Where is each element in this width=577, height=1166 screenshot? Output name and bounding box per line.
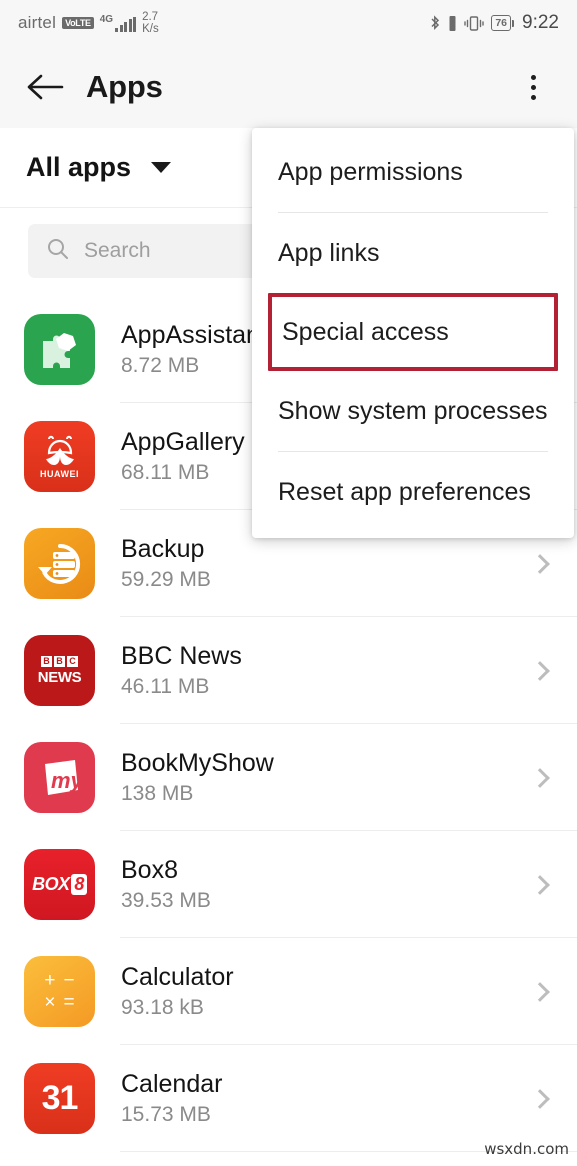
app-size: 59.29 MB [121, 567, 211, 591]
menu-item-label: App links [278, 238, 380, 267]
network-speed-unit: K/s [142, 23, 159, 35]
list-item-text: Backup 59.29 MB [121, 534, 211, 594]
menu-item-label: Reset app preferences [278, 477, 531, 506]
app-name: Box8 [121, 855, 178, 884]
vibrate-icon [464, 15, 485, 32]
signal-strength-icon: 4G [99, 13, 137, 32]
huawei-wordmark: HUAWEI [40, 468, 79, 479]
list-item-text: BBC News 46.11 MB [121, 641, 242, 701]
chevron-right-icon [530, 1088, 550, 1109]
overflow-menu: App permissions App links Special access… [252, 128, 574, 538]
page-title: Apps [86, 69, 163, 104]
menu-item-app-permissions[interactable]: App permissions [252, 132, 574, 212]
battery-icon: 76 [491, 15, 514, 31]
app-size: 138 MB [121, 781, 194, 805]
svg-text:my: my [51, 768, 85, 793]
bluetooth-icon [430, 14, 441, 32]
box8-icon: BOX 8 [24, 849, 95, 920]
calculator-symbols: + − × = [44, 970, 75, 1013]
app-name: AppAssistant [121, 320, 267, 349]
app-name: Calendar [121, 1069, 223, 1098]
bluetooth-battery-icon [448, 15, 457, 32]
app-name: AppGallery [121, 427, 245, 456]
menu-item-app-links[interactable]: App links [252, 213, 574, 293]
box8-wordmark: BOX 8 [32, 874, 87, 895]
list-item[interactable]: BBC NEWS BBC News 46.11 MB [0, 617, 577, 724]
status-bar-left: airtel VoLTE 4G 2.7 K/s [18, 11, 159, 35]
status-bar-right: 76 9:22 [430, 12, 559, 34]
calendar-icon: 31 [24, 1063, 95, 1134]
calendar-day-number: 31 [41, 1079, 79, 1117]
battery-level-label: 76 [495, 16, 508, 29]
menu-item-special-access[interactable]: Special access [268, 293, 558, 371]
chevron-down-icon [151, 162, 172, 173]
overflow-menu-icon[interactable] [511, 63, 555, 111]
search-placeholder: Search [84, 239, 151, 262]
list-item-text: Calendar 15.73 MB [121, 1069, 222, 1129]
backup-icon [24, 528, 95, 599]
calculator-icon: + − × = [24, 956, 95, 1027]
app-bar: Apps [0, 46, 577, 128]
menu-item-show-system-processes[interactable]: Show system processes [252, 371, 574, 451]
appgallery-icon: HUAWEI [24, 421, 95, 492]
app-size: 46.11 MB [121, 674, 210, 698]
back-arrow-icon[interactable] [22, 64, 68, 110]
chevron-right-icon [530, 553, 550, 574]
app-name: BookMyShow [121, 748, 274, 777]
list-item[interactable]: 31 Calendar 15.73 MB [0, 1045, 577, 1152]
app-name: Calculator [121, 962, 234, 991]
network-speed: 2.7 K/s [142, 11, 159, 35]
list-item[interactable]: + − × = Calculator 93.18 kB [0, 938, 577, 1045]
list-item[interactable]: my BookMyShow 138 MB [0, 724, 577, 831]
menu-item-label: Show system processes [278, 396, 548, 425]
chevron-right-icon [530, 874, 550, 895]
list-item[interactable]: BOX 8 Box8 39.53 MB [0, 831, 577, 938]
app-size: 8.72 MB [121, 353, 200, 377]
app-name: Backup [121, 534, 205, 563]
menu-item-reset-app-preferences[interactable]: Reset app preferences [252, 452, 574, 532]
bookmyshow-icon: my [24, 742, 95, 813]
menu-item-label: Special access [282, 317, 449, 346]
network-speed-value: 2.7 [142, 11, 159, 23]
clock-label: 9:22 [522, 12, 559, 33]
app-size: 15.73 MB [121, 1102, 211, 1126]
list-item-text: AppGallery 68.11 MB [121, 427, 245, 487]
chevron-right-icon [530, 981, 550, 1002]
watermark: wsxdn.com [484, 1140, 569, 1158]
signal-bars-icon [115, 16, 137, 32]
carrier-label: airtel [18, 13, 57, 32]
search-icon [46, 237, 70, 266]
list-item-text: Box8 39.53 MB [121, 855, 211, 915]
appassistant-icon [24, 314, 95, 385]
app-size: 68.11 MB [121, 460, 210, 484]
chevron-right-icon [530, 660, 550, 681]
app-name: BBC News [121, 641, 242, 670]
list-item-text: AppAssistant 8.72 MB [121, 320, 267, 380]
volte-badge: VoLTE [62, 17, 94, 29]
bbc-wordmark: BBC NEWS [37, 656, 82, 686]
list-item-text: BookMyShow 138 MB [121, 748, 274, 808]
menu-item-label: App permissions [278, 157, 463, 186]
app-size: 39.53 MB [121, 888, 211, 912]
app-size: 93.18 kB [121, 995, 204, 1019]
phone-screen: airtel VoLTE 4G 2.7 K/s 76 9:22 Apps All… [0, 0, 577, 1166]
status-bar: airtel VoLTE 4G 2.7 K/s 76 9:22 [0, 0, 577, 46]
bbc-news-icon: BBC NEWS [24, 635, 95, 706]
filter-label: All apps [26, 152, 132, 182]
list-item-text: Calculator 93.18 kB [121, 962, 234, 1022]
chevron-right-icon [530, 767, 550, 788]
network-type-label: 4G [99, 13, 114, 25]
